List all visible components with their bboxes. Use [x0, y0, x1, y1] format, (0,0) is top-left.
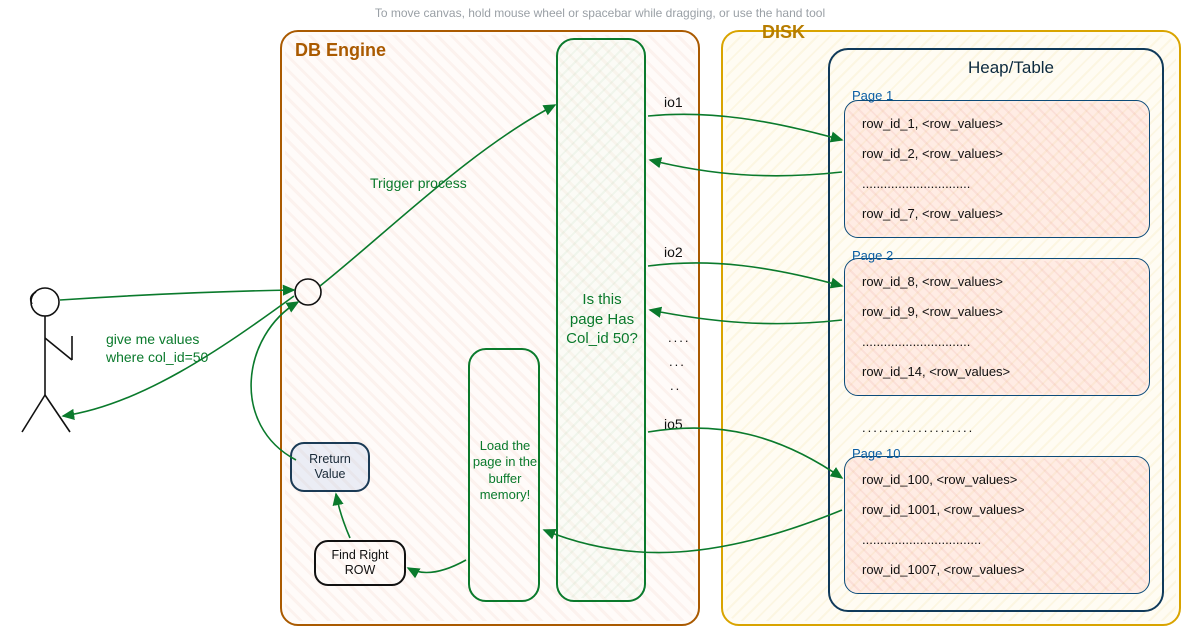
table-row: row_id_1007, <row_values> [862, 562, 1025, 577]
canvas-hint: To move canvas, hold mouse wheel or spac… [375, 6, 825, 20]
disk-label: DISK [762, 22, 805, 43]
page-check-label: Is this page Has Col_id 50? [566, 290, 638, 349]
table-row: row_id_2, <row_values> [862, 146, 1003, 161]
io-label-2: io2 [664, 244, 683, 260]
page-10-label: Page 10 [852, 446, 900, 461]
io-dots: .... [668, 330, 690, 345]
user-icon [22, 288, 72, 432]
page-2-label: Page 2 [852, 248, 893, 263]
return-value-label: Rreturn Value [292, 452, 368, 482]
page-1-label: Page 1 [852, 88, 893, 103]
find-row-box: Find Right ROW [314, 540, 406, 586]
table-row: .............................. [862, 334, 970, 349]
db-engine-label: DB Engine [295, 40, 386, 61]
table-row: row_id_8, <row_values> [862, 274, 1003, 289]
io-dots: .. [670, 378, 681, 393]
io-dots: ... [669, 354, 686, 369]
arrow-query [60, 290, 294, 300]
table-row: row_id_9, <row_values> [862, 304, 1003, 319]
trigger-label: Trigger process [370, 175, 467, 191]
io-label-1: io1 [664, 94, 683, 110]
table-row: ................................. [862, 532, 981, 547]
diagram-canvas[interactable]: To move canvas, hold mouse wheel or spac… [0, 0, 1200, 634]
query-text: give me values where col_id=50 [106, 330, 226, 366]
page-gap-dots: .................... [862, 420, 974, 435]
io-label-5: io5 [664, 416, 683, 432]
buffer-memory-label: Load the page in the buffer memory! [470, 438, 540, 503]
table-row: row_id_100, <row_values> [862, 472, 1017, 487]
table-row: row_id_1, <row_values> [862, 116, 1003, 131]
table-row: row_id_1001, <row_values> [862, 502, 1025, 517]
find-row-label: Find Right ROW [316, 548, 404, 578]
table-row: row_id_7, <row_values> [862, 206, 1003, 221]
heap-table-label: Heap/Table [968, 58, 1054, 78]
return-value-box: Rreturn Value [290, 442, 370, 492]
table-row: row_id_14, <row_values> [862, 364, 1010, 379]
table-row: .............................. [862, 176, 970, 191]
